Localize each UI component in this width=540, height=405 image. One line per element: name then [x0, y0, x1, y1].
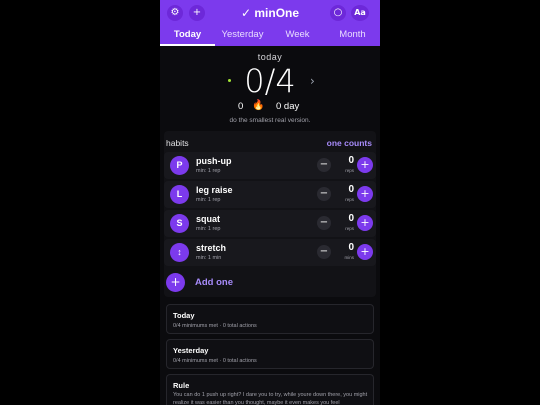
rule-text: You can do 1 push up right? I dare you t… — [173, 392, 368, 405]
top-bar: ⚙ + ✓ minOne ○ Aa Today Yesterday Week M… — [160, 0, 380, 46]
habit-minimum: min: 1 rep — [196, 226, 221, 232]
habit-unit: reps — [345, 197, 354, 202]
add-habit-button[interactable]: + — [166, 273, 185, 292]
summary-text: 0/4 minimums met · 0 total actions — [173, 358, 257, 364]
habit-avatar: L — [170, 185, 189, 204]
habit-unit: reps — [345, 168, 354, 173]
decrement-button[interactable]: − — [317, 158, 331, 172]
font-size-button[interactable]: Aa — [351, 5, 369, 21]
habit-name: squat — [196, 214, 221, 224]
decrement-button[interactable]: − — [317, 245, 331, 259]
tab-yesterday[interactable]: Yesterday — [215, 27, 270, 46]
decrement-button[interactable]: − — [317, 216, 331, 230]
increment-button[interactable]: + — [357, 215, 373, 231]
habit-minimum: min: 1 min — [196, 255, 222, 261]
tagline: do the smallest real version. — [229, 117, 311, 124]
summary-text: 0/4 minimums met · 0 total actions — [173, 323, 257, 329]
streak-value: 0 — [238, 101, 244, 112]
habit-name: stretch — [196, 243, 227, 253]
app-title: ✓ minOne — [160, 5, 380, 21]
tab-week[interactable]: Week — [270, 27, 325, 46]
habit-row-stretch: ↕ stretch min: 1 min − 0 mins + — [164, 239, 376, 266]
habit-row-leg-raise: L leg raise min: 1 rep − 0 reps + — [164, 181, 376, 208]
habit-count: 0 — [348, 184, 354, 195]
habit-row-push-up: P push-up min: 1 rep − 0 reps + — [164, 152, 376, 179]
tab-month[interactable]: Month — [325, 27, 380, 46]
tab-today[interactable]: Today — [160, 27, 215, 46]
increment-button[interactable]: + — [357, 157, 373, 173]
streak-days: 0 day — [276, 101, 300, 112]
stretch-icon: ↕ — [170, 243, 189, 262]
add-habit-label[interactable]: Add one — [195, 277, 233, 288]
habit-row-squat: S squat min: 1 rep − 0 reps + — [164, 210, 376, 237]
summary-title: Yesterday — [173, 346, 209, 355]
increment-button[interactable]: + — [357, 186, 373, 202]
app-name: minOne — [254, 6, 300, 20]
progress-count: 0/4 — [244, 62, 296, 100]
increment-button[interactable]: + — [357, 244, 373, 260]
habit-unit: reps — [345, 226, 354, 231]
day-label: today — [257, 52, 283, 62]
rule-card: Rule You can do 1 push up right? I dare … — [166, 374, 374, 405]
theme-toggle-icon[interactable]: ○ — [330, 5, 346, 21]
chevron-right-icon[interactable]: › — [310, 74, 315, 88]
habit-avatar: P — [170, 156, 189, 175]
tab-bar: Today Yesterday Week Month — [160, 27, 380, 46]
habit-count: 0 — [348, 213, 354, 224]
habit-unit: mins — [344, 255, 354, 260]
check-icon: ✓ — [240, 6, 252, 20]
habit-count: 0 — [348, 242, 354, 253]
habit-minimum: min: 1 rep — [196, 168, 221, 174]
habit-name: push-up — [196, 156, 232, 166]
habit-count: 0 — [348, 155, 354, 166]
rule-title: Rule — [173, 381, 190, 390]
summary-title: Today — [173, 311, 195, 320]
habit-minimum: min: 1 rep — [196, 197, 221, 203]
decrement-button[interactable]: − — [317, 187, 331, 201]
habit-avatar: S — [170, 214, 189, 233]
summary-card-yesterday: Yesterday 0/4 minimums met · 0 total act… — [166, 339, 374, 369]
flame-icon: 🔥 — [252, 100, 265, 111]
summary-card-today: Today 0/4 minimums met · 0 total actions — [166, 304, 374, 334]
one-counts-toggle[interactable]: one counts — [327, 138, 372, 148]
habits-heading: habits — [166, 138, 189, 148]
habit-name: leg raise — [196, 185, 233, 195]
